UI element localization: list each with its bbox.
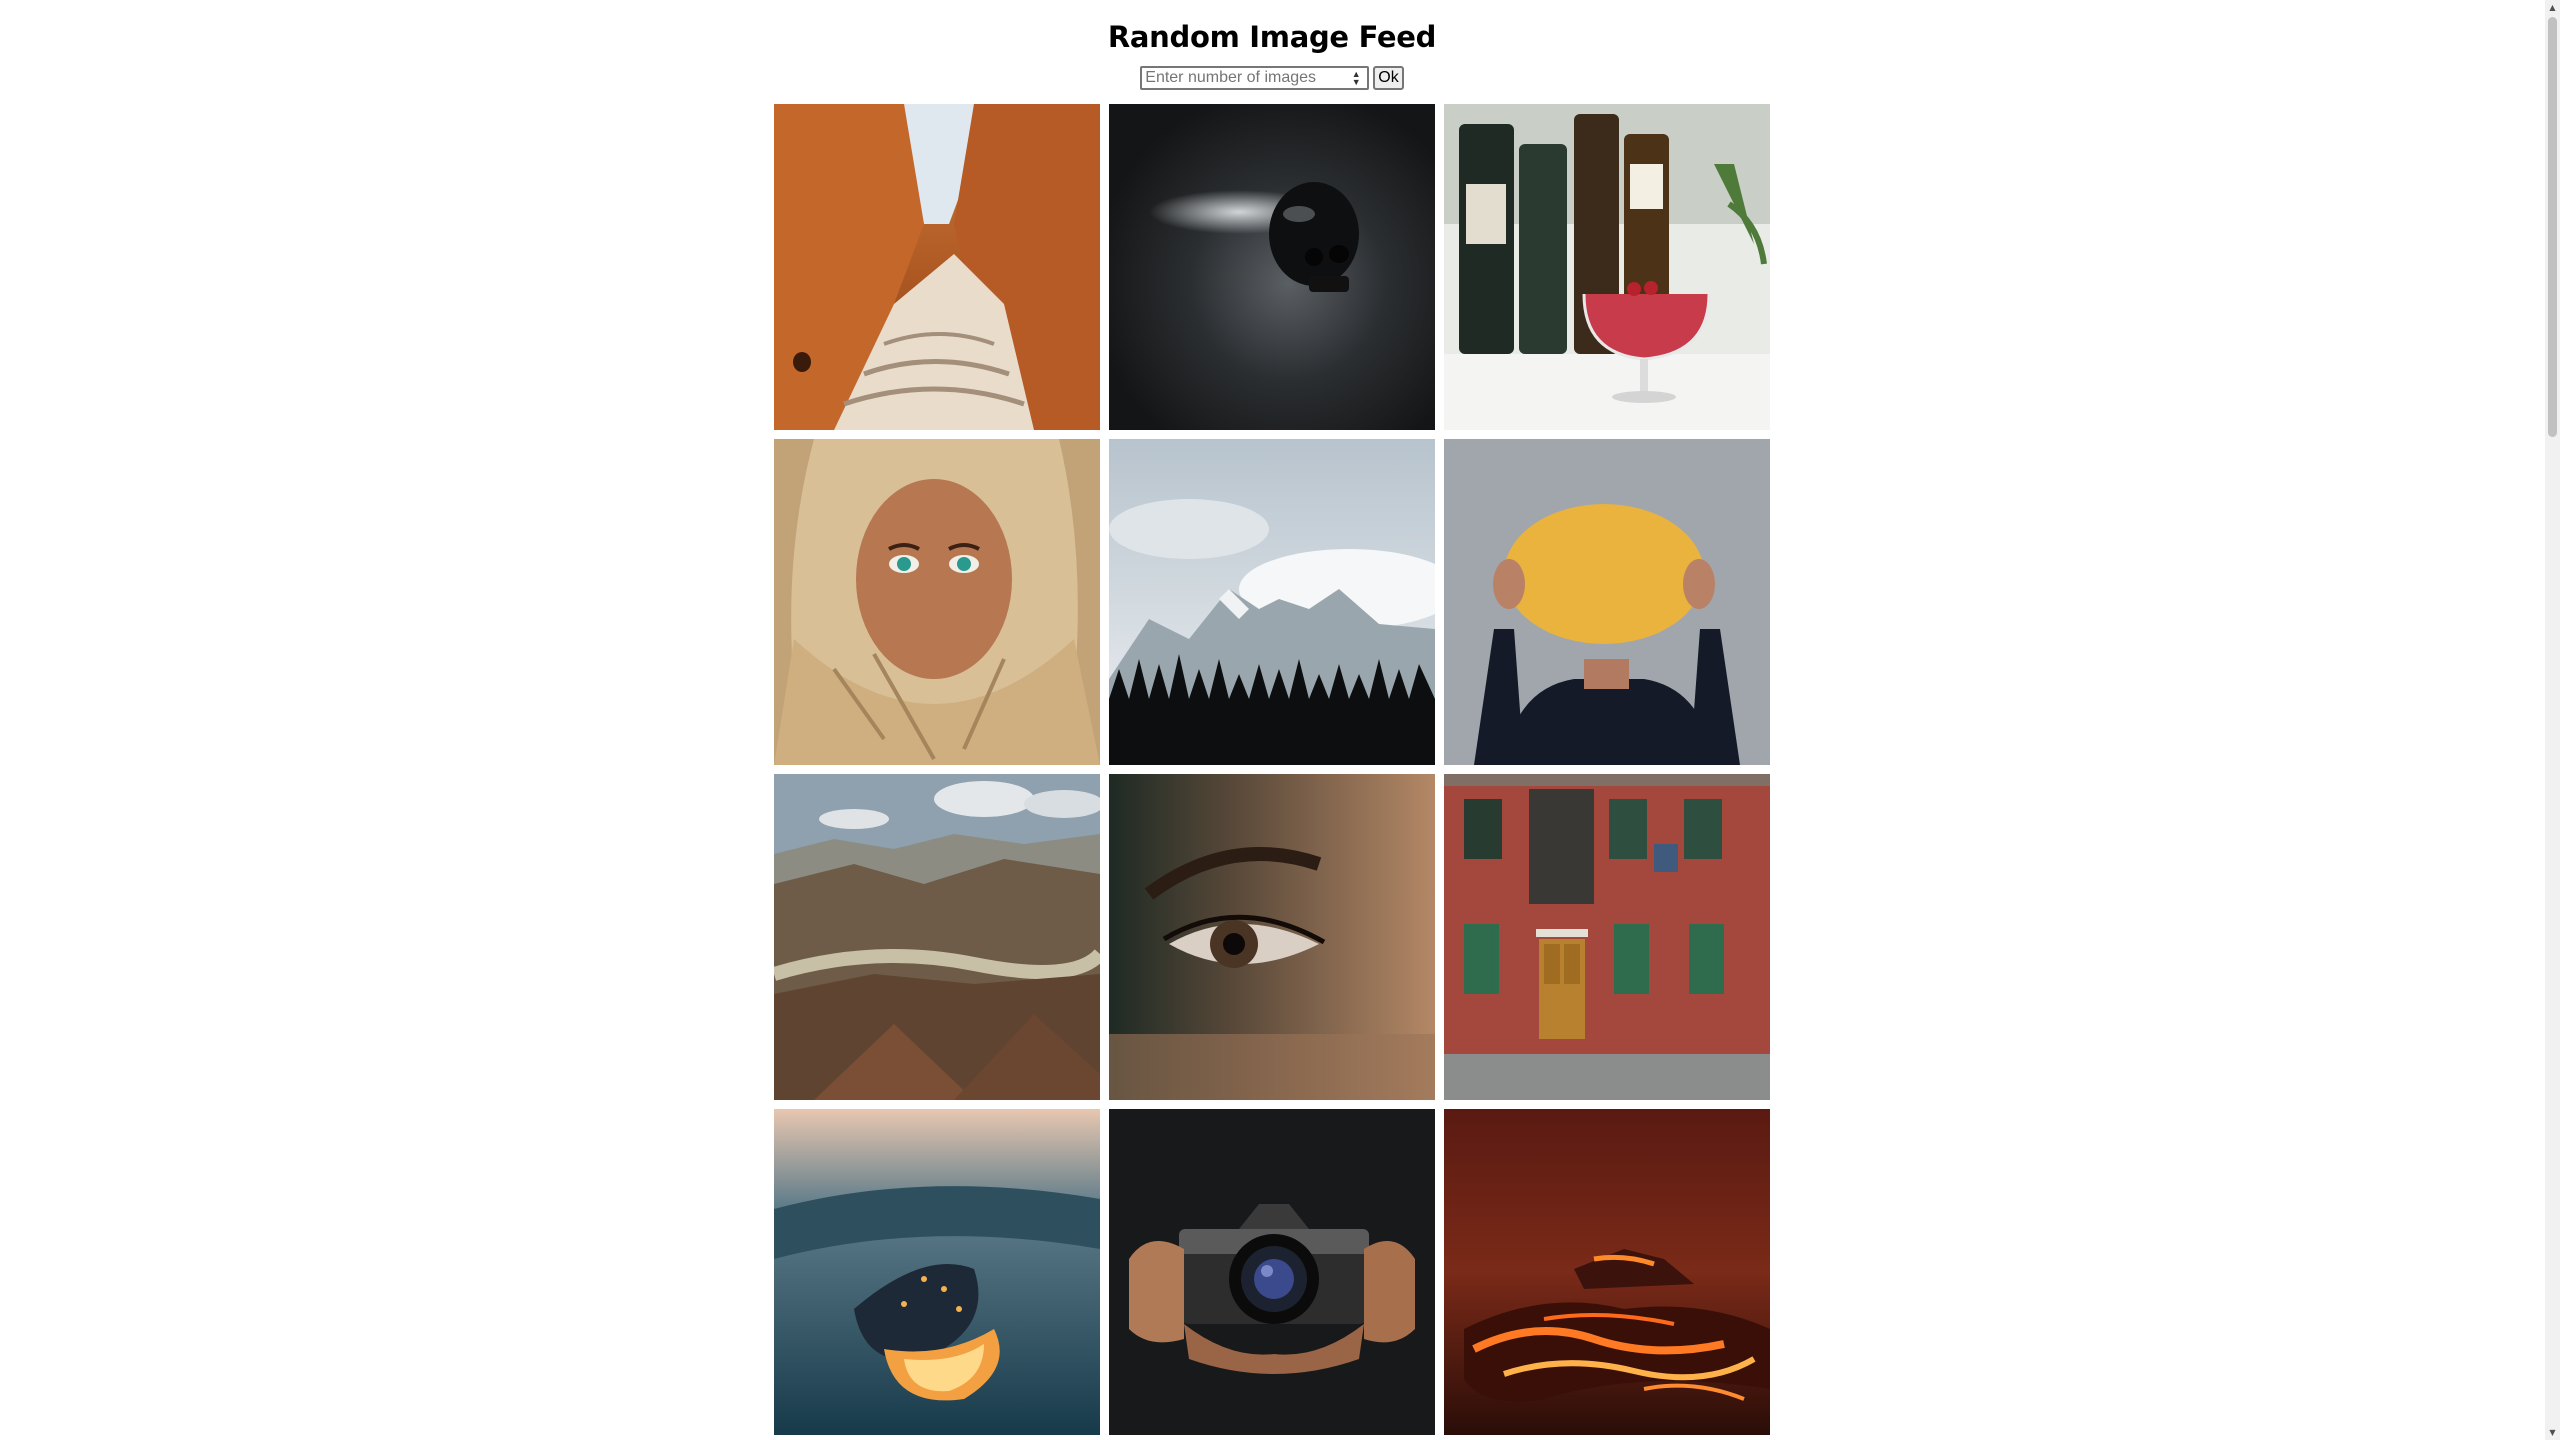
burning-object-image[interactable] (774, 1109, 1100, 1435)
snowy-mountains-forest-image[interactable] (1109, 439, 1435, 765)
canyon-hoodoos-image[interactable] (774, 104, 1100, 430)
scroll-down-arrow-icon[interactable]: ▼ (2545, 1425, 2560, 1440)
image-count-controls: ▲▼ Ok (0, 66, 2544, 90)
cocktail-bottles-image[interactable] (1444, 104, 1770, 430)
red-building-facade-image[interactable] (1444, 774, 1770, 1100)
eye-closeup-image[interactable] (1109, 774, 1435, 1100)
image-grid (774, 104, 1770, 1435)
image-count-field[interactable]: ▲▼ (1140, 66, 1370, 90)
yellow-disc-person-image[interactable] (1444, 439, 1770, 765)
black-skull-image[interactable] (1109, 104, 1435, 430)
lava-flow-image[interactable] (1444, 1109, 1770, 1435)
page-title: Random Image Feed (1107, 20, 1437, 54)
ok-button[interactable]: Ok (1373, 66, 1404, 90)
pentax-camera-hands-image[interactable] (1109, 1109, 1435, 1435)
scroll-up-arrow-icon[interactable]: ▲ (2545, 0, 2560, 15)
vertical-scrollbar[interactable]: ▲ ▼ (2545, 0, 2560, 1440)
scrollbar-thumb[interactable] (2548, 17, 2557, 437)
page: Random Image Feed ▲▼ Ok (0, 0, 2560, 1440)
number-spinner-icon[interactable]: ▲ ▼ (1349, 69, 1363, 87)
image-count-input[interactable] (1145, 69, 1342, 87)
grand-canyon-landscape-image[interactable] (774, 774, 1100, 1100)
woman-headscarf-image[interactable] (774, 439, 1100, 765)
